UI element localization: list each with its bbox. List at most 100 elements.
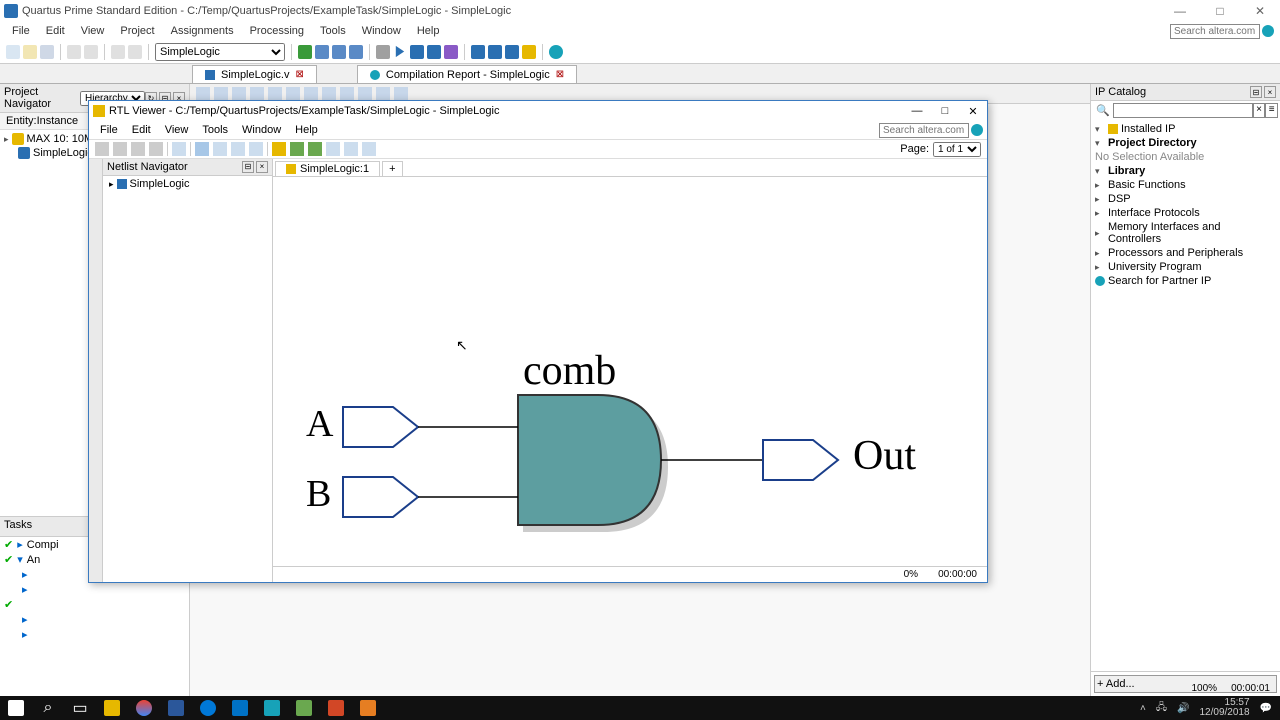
app-icon[interactable] bbox=[288, 696, 320, 720]
menu-help[interactable]: Help bbox=[411, 23, 446, 39]
ed-icon[interactable] bbox=[376, 87, 390, 101]
explorer-icon[interactable] bbox=[96, 696, 128, 720]
entity-select[interactable]: SimpleLogic bbox=[155, 43, 285, 61]
zoom-icon[interactable] bbox=[213, 142, 227, 156]
ip-search-input[interactable] bbox=[1113, 103, 1253, 118]
pin-icon[interactable] bbox=[505, 45, 519, 59]
zoomfit-icon[interactable] bbox=[231, 142, 245, 156]
play3-icon[interactable] bbox=[427, 45, 441, 59]
play2-icon[interactable] bbox=[410, 45, 424, 59]
ed-icon[interactable] bbox=[250, 87, 264, 101]
search-input[interactable] bbox=[1170, 24, 1260, 39]
undo-icon[interactable] bbox=[111, 45, 125, 59]
rtl-menu-view[interactable]: View bbox=[160, 123, 194, 137]
menu-tools[interactable]: Tools bbox=[314, 23, 352, 39]
rtl-side-grip[interactable] bbox=[89, 159, 103, 582]
new-tab-button[interactable]: + bbox=[382, 161, 402, 176]
clear-icon[interactable]: × bbox=[1253, 103, 1266, 118]
tray-net-icon[interactable]: 🖧 bbox=[1156, 700, 1167, 717]
ed-icon[interactable] bbox=[394, 87, 408, 101]
ip-tree[interactable]: ▾Installed IP ▾Project Directory No Sele… bbox=[1091, 120, 1280, 671]
gear-icon[interactable] bbox=[315, 45, 329, 59]
start-button[interactable] bbox=[0, 696, 32, 720]
rtl-viewer-window[interactable]: RTL Viewer - C:/Temp/QuartusProjects/Exa… bbox=[88, 100, 988, 583]
rtl-max-button[interactable]: □ bbox=[931, 105, 959, 118]
pointer-icon[interactable] bbox=[195, 142, 209, 156]
ed-icon[interactable] bbox=[196, 87, 210, 101]
ip-leaf[interactable]: Processors and Peripherals bbox=[1108, 247, 1243, 259]
menu-window[interactable]: Window bbox=[356, 23, 407, 39]
word-icon[interactable] bbox=[160, 696, 192, 720]
menu-view[interactable]: View bbox=[75, 23, 111, 39]
play-icon[interactable]: ▸ bbox=[22, 613, 28, 626]
rtl-close-button[interactable]: ✕ bbox=[959, 105, 987, 118]
tab-close-icon[interactable]: ⊠ bbox=[295, 69, 303, 80]
schematic-tab[interactable]: SimpleLogic:1 bbox=[275, 161, 380, 176]
rtl-min-button[interactable]: — bbox=[903, 105, 931, 118]
refresh-icon[interactable] bbox=[149, 142, 163, 156]
tray-notif-icon[interactable]: 💬 bbox=[1260, 703, 1272, 714]
maximize-button[interactable]: □ bbox=[1200, 0, 1240, 22]
tab-source[interactable]: SimpleLogic.v ⊠ bbox=[192, 65, 317, 83]
tab-close-icon[interactable]: ⊠ bbox=[556, 69, 564, 80]
menu-project[interactable]: Project bbox=[114, 23, 160, 39]
tray-vol-icon[interactable]: 🔊 bbox=[1177, 703, 1189, 714]
ip-leaf[interactable]: Interface Protocols bbox=[1108, 207, 1200, 219]
pin-icon[interactable]: ⊟ bbox=[242, 161, 254, 173]
block-icon[interactable] bbox=[488, 45, 502, 59]
ed-icon[interactable] bbox=[340, 87, 354, 101]
gear3-icon[interactable] bbox=[349, 45, 363, 59]
menu-assignments[interactable]: Assignments bbox=[165, 23, 240, 39]
powerpoint-icon[interactable] bbox=[320, 696, 352, 720]
misc-icon[interactable] bbox=[326, 142, 340, 156]
schematic-canvas[interactable]: comb A B Out ↖ bbox=[273, 177, 987, 566]
ed-icon[interactable] bbox=[358, 87, 372, 101]
tree-instance[interactable]: SimpleLogic bbox=[33, 147, 93, 159]
tray-clock[interactable]: 15:57 12/09/2018 bbox=[1199, 698, 1249, 718]
close-icon[interactable]: × bbox=[1264, 86, 1276, 98]
ed-icon[interactable] bbox=[304, 87, 318, 101]
find-icon[interactable] bbox=[172, 142, 186, 156]
app-icon[interactable] bbox=[352, 696, 384, 720]
save-icon[interactable] bbox=[40, 45, 54, 59]
ed-icon[interactable] bbox=[232, 87, 246, 101]
hand-icon[interactable] bbox=[249, 142, 263, 156]
ed-icon[interactable] bbox=[268, 87, 282, 101]
play-icon[interactable]: ▸ bbox=[17, 538, 23, 551]
fwd-icon[interactable] bbox=[113, 142, 127, 156]
rtl-titlebar[interactable]: RTL Viewer - C:/Temp/QuartusProjects/Exa… bbox=[89, 101, 987, 121]
play-icon[interactable] bbox=[393, 45, 407, 59]
rtl-search-input[interactable] bbox=[879, 123, 969, 138]
rtl-menu-file[interactable]: File bbox=[95, 123, 123, 137]
play-icon[interactable]: ▸ bbox=[22, 583, 28, 596]
ip-leaf[interactable]: Basic Functions bbox=[1108, 179, 1186, 191]
collapse-icon[interactable] bbox=[290, 142, 304, 156]
outlook-icon[interactable] bbox=[224, 696, 256, 720]
play-icon[interactable]: ▸ bbox=[22, 628, 28, 641]
task-item[interactable]: Compi bbox=[27, 539, 59, 551]
open-icon[interactable] bbox=[23, 45, 37, 59]
netlist-item[interactable]: SimpleLogic bbox=[130, 178, 190, 190]
sim-icon[interactable] bbox=[522, 45, 536, 59]
check-icon[interactable] bbox=[298, 45, 312, 59]
taskview-button[interactable]: ▭ bbox=[64, 696, 96, 720]
ip-leaf[interactable]: University Program bbox=[1108, 261, 1202, 273]
ip-partner[interactable]: Search for Partner IP bbox=[1108, 275, 1211, 287]
rtl-menu-tools[interactable]: Tools bbox=[197, 123, 233, 137]
ip-leaf[interactable]: DSP bbox=[1108, 193, 1131, 205]
ip-node[interactable]: Library bbox=[1108, 165, 1145, 177]
ed-icon[interactable] bbox=[286, 87, 300, 101]
edge-icon[interactable] bbox=[192, 696, 224, 720]
ip-node[interactable]: Project Directory bbox=[1108, 137, 1197, 149]
rtl-menu-help[interactable]: Help bbox=[290, 123, 323, 137]
tray-up-icon[interactable]: ˄ bbox=[1140, 703, 1146, 714]
chip-icon[interactable] bbox=[471, 45, 485, 59]
menu-file[interactable]: File bbox=[6, 23, 36, 39]
close-button[interactable]: ✕ bbox=[1240, 0, 1280, 22]
help-icon[interactable] bbox=[549, 45, 563, 59]
expand-icon[interactable]: ▾ bbox=[17, 553, 23, 566]
analyze-icon[interactable] bbox=[444, 45, 458, 59]
cut-icon[interactable] bbox=[84, 45, 98, 59]
app-icon[interactable] bbox=[256, 696, 288, 720]
up-icon[interactable] bbox=[131, 142, 145, 156]
